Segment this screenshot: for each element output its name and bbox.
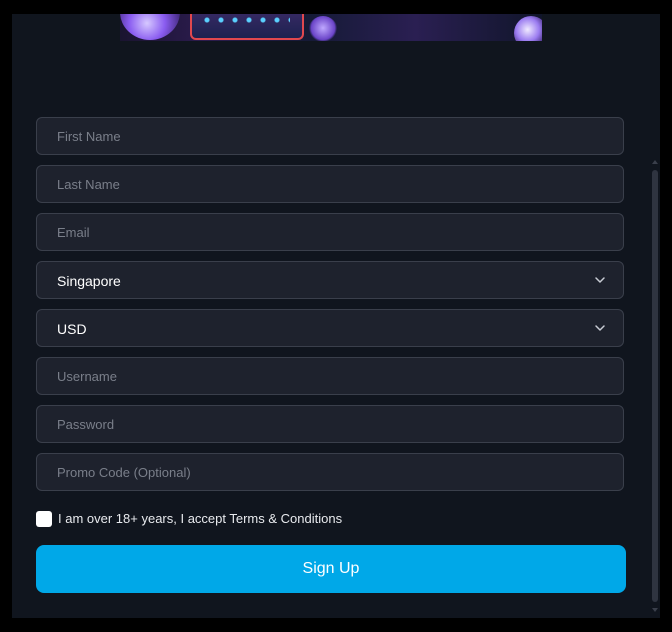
terms-checkbox[interactable] <box>36 511 52 527</box>
terms-label[interactable]: I am over 18+ years, I accept Terms & Co… <box>58 511 342 526</box>
email-input[interactable] <box>37 214 623 250</box>
promo-code-input[interactable] <box>37 454 623 490</box>
scrollbar[interactable] <box>650 154 660 612</box>
currency-select[interactable]: USD <box>36 309 624 347</box>
promo-code-field[interactable] <box>36 453 624 491</box>
last-name-input[interactable] <box>37 166 623 202</box>
chevron-down-icon <box>595 325 605 331</box>
terms-row: I am over 18+ years, I accept Terms & Co… <box>36 510 436 528</box>
country-select[interactable]: Singapore <box>36 261 624 299</box>
last-name-field[interactable] <box>36 165 624 203</box>
password-input[interactable] <box>37 406 623 442</box>
username-input[interactable] <box>37 358 623 394</box>
signup-modal: Singapore USD I am over 18+ years, I acc… <box>12 14 660 618</box>
scroll-up-arrow-icon[interactable] <box>652 160 658 164</box>
username-field[interactable] <box>36 357 624 395</box>
chevron-down-icon <box>595 277 605 283</box>
currency-select-value: USD <box>57 321 87 337</box>
password-field[interactable] <box>36 405 624 443</box>
first-name-field[interactable] <box>36 117 624 155</box>
scroll-down-arrow-icon[interactable] <box>652 608 658 612</box>
sign-up-button[interactable]: Sign Up <box>36 545 626 593</box>
country-select-value: Singapore <box>57 273 121 289</box>
scrollbar-thumb[interactable] <box>652 170 658 602</box>
promo-banner-image <box>120 14 542 41</box>
email-field[interactable] <box>36 213 624 251</box>
first-name-input[interactable] <box>37 118 623 154</box>
